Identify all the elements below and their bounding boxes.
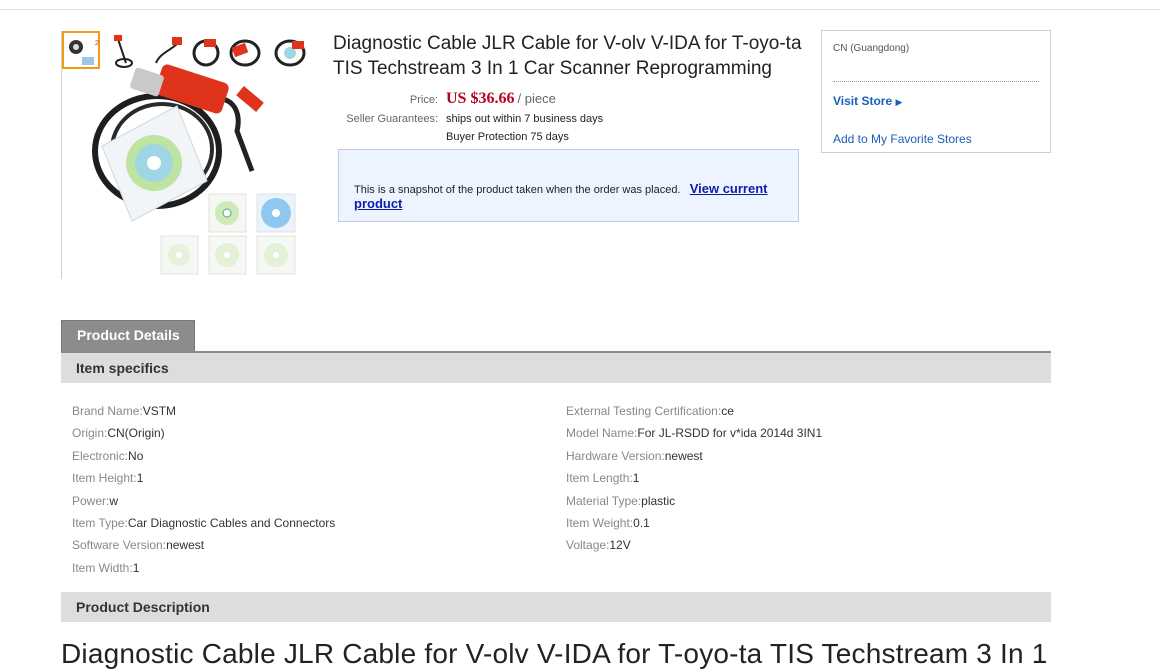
price-unit: / piece (517, 91, 556, 106)
store-box: CN (Guangdong) Visit Store ▶ Add to My F… (821, 30, 1051, 153)
guarantee-row-2: Buyer Protection 75 days (338, 131, 569, 143)
caret-right-icon: ▶ (895, 97, 903, 107)
guarantee-shipping: ships out within 7 business days (446, 113, 604, 125)
spec-item: Item Width:1 (72, 561, 140, 575)
spec-item: Model Name:For JL-RSDD for v*ida 2014d 3… (566, 426, 823, 440)
top-divider (0, 9, 1160, 10)
item-specifics-header: Item specifics (61, 353, 1051, 383)
store-divider (833, 81, 1039, 82)
store-location: CN (Guangdong) (833, 43, 910, 54)
product-main-image[interactable]: 2 (62, 31, 312, 279)
product-image-gallery[interactable]: 2 (61, 31, 312, 279)
product-description-header: Product Description (61, 592, 1051, 622)
spec-item: Brand Name:VSTM (72, 404, 177, 418)
spec-item: Item Height:1 (72, 471, 144, 485)
spec-item: Item Type:Car Diagnostic Cables and Conn… (72, 516, 336, 530)
snapshot-text-container: This is a snapshot of the product taken … (354, 181, 798, 211)
product-title: Diagnostic Cable JLR Cable for V-olv V-I… (333, 33, 802, 79)
guarantee-protection: Buyer Protection 75 days (446, 131, 569, 143)
description-title: Diagnostic Cable JLR Cable for V-olv V-I… (61, 638, 1048, 669)
snapshot-text: This is a snapshot of the product taken … (354, 184, 681, 196)
add-favorite-store-link[interactable]: Add to My Favorite Stores (833, 132, 972, 146)
spec-item: Hardware Version:newest (566, 449, 703, 463)
guarantee-label: Seller Guarantees: (346, 113, 438, 125)
tab-product-details[interactable]: Product Details (61, 320, 195, 352)
price-value: US $36.66 (446, 90, 515, 107)
spec-item: Material Type:plastic (566, 494, 676, 508)
spec-item: Power:w (72, 494, 119, 508)
spec-item: External Testing Certification:ce (566, 404, 734, 418)
visit-store-label: Visit Store (833, 94, 893, 108)
snapshot-notice: This is a snapshot of the product taken … (338, 149, 799, 222)
guarantee-row: Seller Guarantees: ships out within 7 bus… (338, 113, 603, 125)
svg-text:2: 2 (95, 40, 99, 47)
spec-item: Voltage:12V (566, 538, 631, 552)
spec-item: Origin:CN(Origin) (72, 426, 165, 440)
spec-item: Item Length:1 (566, 471, 640, 485)
price-label: Price: (409, 94, 438, 106)
spec-item: Item Weight:0.1 (566, 516, 650, 530)
spec-item: Software Version:newest (72, 538, 205, 552)
spec-item: Electronic:No (72, 449, 144, 463)
visit-store-link[interactable]: Visit Store ▶ (833, 94, 902, 108)
price-row: Price: US $36.66 / piece (338, 90, 556, 108)
